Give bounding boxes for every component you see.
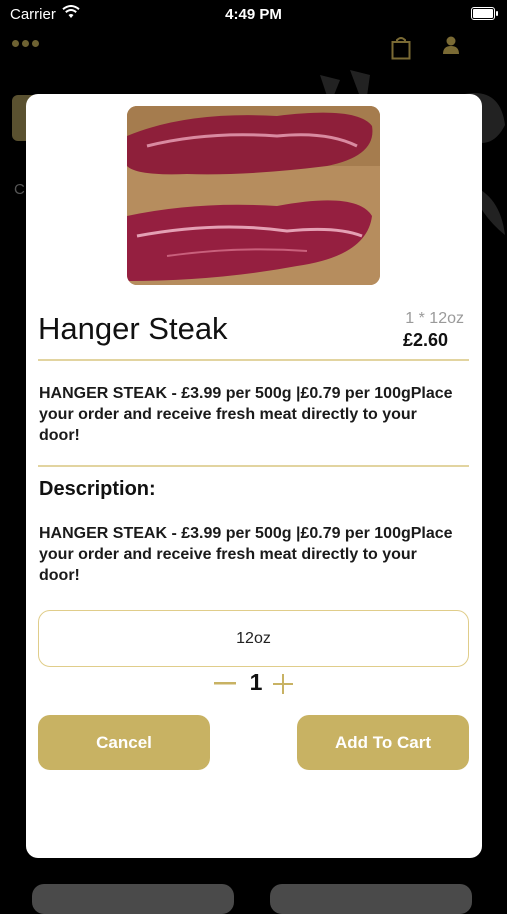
description-heading: Description: (39, 478, 156, 500)
cancel-button[interactable]: Cancel (38, 715, 210, 770)
quantity-value: 1 (249, 669, 263, 695)
product-image (127, 106, 380, 285)
divider (38, 465, 469, 467)
product-weight: 1 * 12oz (405, 310, 464, 327)
background-button (270, 884, 472, 914)
status-bar: Carrier 4:49 PM (0, 0, 507, 30)
clock: 4:49 PM (225, 6, 282, 23)
product-modal: Hanger Steak 1 * 12oz £2.60 HANGER STEAK… (26, 94, 482, 858)
product-description: HANGER STEAK - £3.99 per 500g |£0.79 per… (39, 523, 459, 586)
divider (38, 359, 469, 361)
add-to-cart-button[interactable]: Add To Cart (297, 715, 469, 770)
shopping-bag-icon[interactable] (391, 36, 411, 65)
description-bold-text: HANGER STEAK - £3.99 per 500g |£0.79 per… (39, 525, 411, 542)
minus-icon[interactable] (214, 672, 236, 694)
menu-dots-icon[interactable] (12, 40, 39, 47)
summary-bold-text: HANGER STEAK - £3.99 per 500g |£0.79 per… (39, 385, 411, 402)
battery-icon (471, 7, 498, 20)
product-summary: HANGER STEAK - £3.99 per 500g |£0.79 per… (39, 383, 459, 446)
cancel-button-label: Cancel (96, 732, 152, 752)
person-icon[interactable] (441, 35, 461, 60)
size-selector[interactable]: 12oz (38, 610, 469, 667)
plus-icon[interactable] (273, 674, 293, 694)
add-to-cart-label: Add To Cart (334, 732, 431, 752)
background-text: C (14, 181, 25, 198)
product-title: Hanger Steak (38, 311, 228, 346)
product-price: £2.60 (402, 330, 448, 350)
size-value: 12oz (236, 629, 271, 647)
background-button (32, 884, 234, 914)
